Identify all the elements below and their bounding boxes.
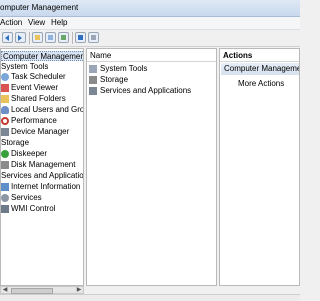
column-header-name[interactable]: Name	[87, 49, 216, 62]
scroll-left-icon[interactable]: ◀	[1, 287, 9, 293]
show-hide-tree-icon[interactable]	[45, 32, 56, 43]
export-list-icon[interactable]	[58, 32, 69, 43]
tree-item-label: Performance	[11, 116, 57, 125]
storage-icon	[89, 76, 97, 84]
users-icon	[1, 106, 9, 114]
scroll-right-icon[interactable]: ▶	[75, 287, 83, 293]
folder-icon	[1, 95, 9, 103]
event-viewer-icon	[1, 84, 9, 92]
actions-header: Actions	[220, 49, 299, 62]
wmi-icon	[1, 205, 9, 213]
menu-action[interactable]: Action	[0, 18, 22, 27]
toolbar-separator	[72, 32, 73, 44]
list-item-label: System Tools	[100, 64, 148, 73]
gear-icon	[1, 194, 9, 202]
tree-item-label: System Tools	[1, 62, 49, 71]
actions-group-computer-management[interactable]: Computer Management	[221, 63, 299, 75]
title-bar: omputer Management	[0, 0, 300, 17]
device-icon	[1, 128, 9, 136]
iis-icon	[1, 183, 9, 191]
menu-bar: Action View Help	[0, 17, 300, 30]
menu-help[interactable]: Help	[51, 18, 67, 27]
tree-item-label: Storage	[1, 138, 30, 147]
tree-item-label: Internet Information Services	[11, 182, 83, 191]
toolbar	[0, 30, 300, 47]
toolbar-separator	[29, 32, 30, 44]
help-icon[interactable]	[75, 32, 86, 43]
tree-item-label: WMI Control	[11, 204, 56, 213]
tree-item-label: Services and Applications	[1, 171, 84, 180]
services-icon	[89, 87, 97, 95]
disk-icon	[1, 161, 9, 169]
performance-icon	[1, 117, 9, 125]
results-pane[interactable]: Name System Tools Storage Services and A…	[86, 48, 217, 286]
window-title: omputer Management	[0, 3, 79, 12]
properties-icon[interactable]	[88, 32, 99, 43]
up-folder-icon[interactable]	[32, 32, 43, 43]
more-actions-link[interactable]: More Actions	[238, 79, 284, 88]
tree-root[interactable]: Computer Management (Local)	[1, 51, 84, 61]
back-icon[interactable]	[2, 32, 13, 43]
tree-item-label: Task Scheduler	[11, 72, 66, 81]
console-tree[interactable]: Computer Management (Local) System Tools…	[0, 48, 84, 286]
tree-item-label: Shared Folders	[11, 94, 66, 103]
tree-root-label: Computer Management (Local)	[3, 52, 84, 61]
list-item-label: Storage	[100, 75, 129, 84]
tree-item-label: Device Manager	[11, 127, 70, 136]
tree-item-label: Event Viewer	[11, 83, 58, 92]
tree-item-label: Disk Management	[11, 160, 76, 169]
tools-icon	[89, 65, 97, 73]
forward-icon[interactable]	[15, 32, 26, 43]
actions-pane: Actions Computer Management More Actions	[219, 48, 300, 286]
tree-item-label: Services	[11, 193, 42, 202]
column-header-label: Name	[90, 51, 112, 60]
tree-item-label: Local Users and Groups	[11, 105, 84, 114]
tree-item-label: Diskeeper	[11, 149, 48, 158]
tree-horizontal-scrollbar[interactable]: ◀ ▶	[0, 286, 84, 294]
list-item-label: Services and Applications	[100, 86, 192, 95]
menu-view[interactable]: View	[28, 18, 45, 27]
diskeeper-icon	[1, 150, 9, 158]
clock-icon	[1, 73, 9, 81]
